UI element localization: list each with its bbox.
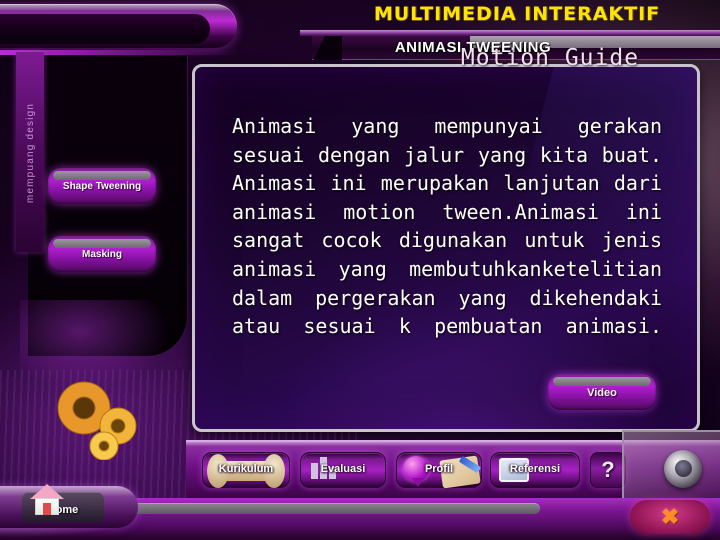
sidebar-item-label: Shape Tweening — [62, 181, 142, 192]
dial-knob-icon — [664, 450, 702, 488]
nav-button-kurikulum[interactable]: Kurikulum — [202, 452, 290, 488]
video-button-label: Video — [587, 387, 617, 399]
video-button[interactable]: Video — [548, 374, 656, 410]
app-title: MULTIMEDIA INTERAKTIF — [373, 3, 661, 25]
footer-rail — [108, 503, 540, 514]
nav-button-profil[interactable]: Profil — [396, 452, 482, 489]
nav-button-label: Referensi — [509, 463, 561, 475]
slide-stage: MULTIMEDIA INTERAKTIF ANIMASI TWEENING m… — [0, 0, 720, 540]
left-panel-glow — [20, 300, 170, 390]
nav-button-referensi[interactable]: Referensi — [490, 452, 580, 488]
nav-button-evaluasi[interactable]: Evaluasi — [300, 452, 386, 488]
top-left-banner-inner — [0, 14, 210, 44]
sidebar-item-label: Masking — [81, 249, 122, 260]
content-body-text: Animasi yang mempunyai gerakan sesuai de… — [232, 114, 662, 339]
gears-svg — [57, 381, 137, 461]
sidebar-item-masking[interactable]: Masking — [48, 236, 156, 272]
content-heading: Motion Guide — [460, 45, 640, 71]
sidebar-item-shape-tweening[interactable]: Shape Tweening — [48, 168, 156, 204]
nav-button-label: Kurikulum — [218, 463, 274, 475]
nav-button-label: Evaluasi — [320, 463, 366, 475]
top-left-banner — [0, 4, 237, 48]
gears-icon — [48, 378, 148, 461]
left-spine-label: mempuang design — [25, 102, 36, 204]
house-icon — [30, 484, 64, 516]
left-spine: mempuang design — [16, 52, 44, 252]
help-button[interactable]: ? — [590, 452, 626, 488]
help-button-label: ? — [601, 457, 615, 482]
nav-button-label: Profil — [424, 463, 454, 475]
close-x-icon: ✖ — [660, 504, 680, 529]
